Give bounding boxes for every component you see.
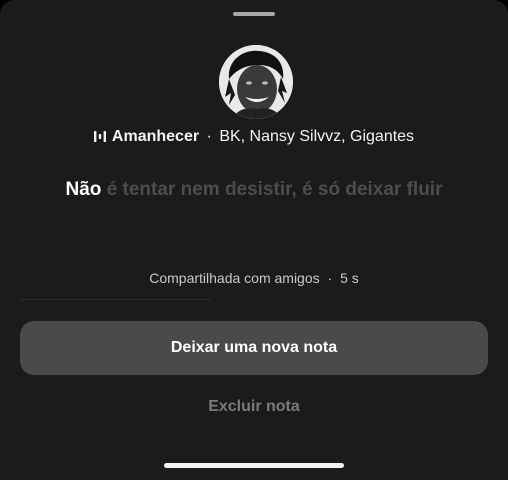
shared-time: 5 s	[340, 270, 359, 286]
shared-status: Compartilhada com amigos · 5 s	[0, 270, 508, 286]
music-bars-icon	[93, 130, 106, 148]
home-indicator	[164, 463, 344, 468]
song-separator: ·	[206, 128, 212, 145]
new-note-button[interactable]: Deixar uma nova nota	[20, 321, 488, 375]
lyric-remaining: é tentar nem desistir, é só deixar fluir	[106, 179, 443, 200]
avatar[interactable]	[219, 45, 293, 119]
shared-separator: ·	[327, 270, 333, 286]
sheet-grabber-handle[interactable]	[233, 12, 275, 16]
lyrics-preview: Não é tentar nem desistir, é só deixar f…	[30, 176, 478, 203]
avatar-image	[219, 45, 293, 119]
shared-audience: Compartilhada com amigos	[149, 270, 320, 286]
lyric-highlighted: Não	[65, 179, 102, 200]
song-artists: BK, Nansy Silvvz, Gigantes	[219, 128, 415, 145]
delete-note-button[interactable]: Excluir nota	[154, 394, 354, 420]
divider	[20, 299, 210, 300]
song-info[interactable]: Amanhecer · BK, Nansy Silvvz, Gigantes	[0, 128, 508, 148]
song-title: Amanhecer	[111, 128, 200, 145]
note-bottom-sheet: Amanhecer · BK, Nansy Silvvz, Gigantes N…	[0, 0, 508, 480]
